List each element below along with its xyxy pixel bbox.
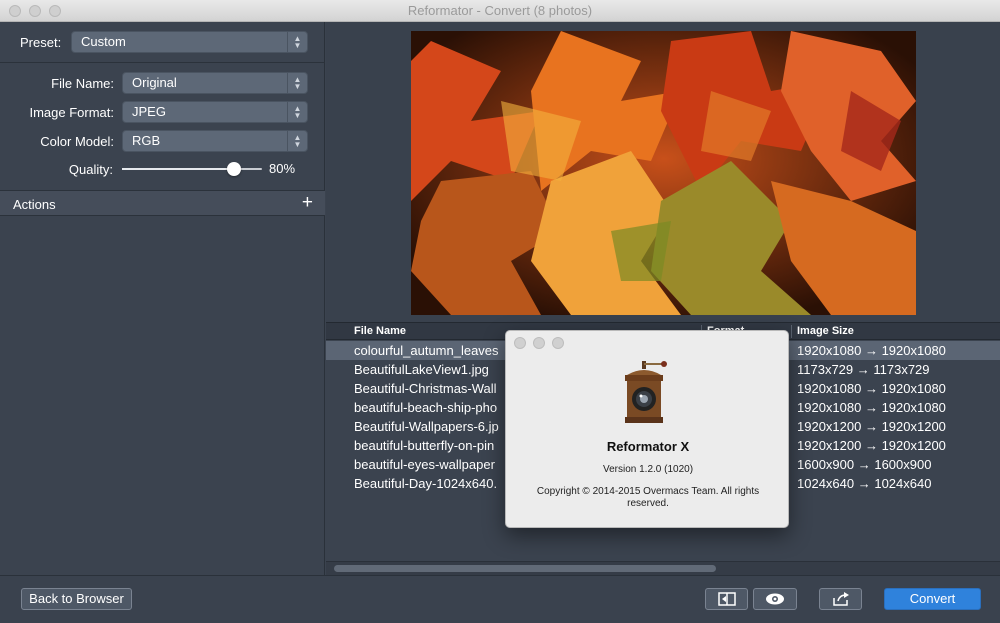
file-name-row: File Name: Original ▲ ▼ — [0, 72, 325, 96]
horizontal-scrollbar[interactable] — [326, 561, 1000, 575]
zoom-window-button[interactable] — [49, 5, 61, 17]
quality-label: Quality: — [68, 162, 113, 177]
app-window: Reformator - Convert (8 photos) Preset: … — [0, 0, 1000, 623]
eye-icon — [766, 593, 784, 605]
about-version: Version 1.2.0 (1020) — [602, 464, 694, 475]
image-format-label: Image Format: — [29, 105, 114, 120]
scrollbar-thumb[interactable] — [334, 565, 716, 572]
actions-label: Actions — [13, 197, 56, 212]
actions-header: Actions + — [0, 190, 325, 216]
autumn-leaves-image — [411, 31, 916, 315]
about-app-name: Reformator X — [606, 439, 690, 454]
col-file-name[interactable]: File Name — [354, 325, 406, 337]
image-size-cell: 1173x729 → 1173x729 — [797, 362, 930, 377]
about-dialog: Reformator X Version 1.2.0 (1020) Copyri… — [505, 330, 789, 528]
compare-button[interactable] — [705, 588, 748, 610]
image-size-cell: 1024x640 → 1024x640 — [797, 476, 932, 491]
image-preview — [411, 31, 916, 315]
col-image-size[interactable]: Image Size — [797, 325, 854, 337]
quality-slider-knob[interactable] — [227, 162, 241, 176]
select-stepper-icon: ▲ ▼ — [287, 73, 307, 93]
app-logo-icon — [625, 361, 667, 423]
preset-select[interactable]: Custom ▲ ▼ — [71, 31, 308, 53]
about-zoom-button — [552, 337, 564, 349]
preset-row: Preset: Custom ▲ ▼ — [0, 31, 325, 55]
settings-panel: Preset: Custom ▲ ▼ File Name: Original ▲ ▼… — [0, 22, 325, 575]
about-copyright: Copyright © 2014-2015 Overmacs Team. All… — [536, 486, 760, 509]
column-divider — [791, 325, 792, 338]
file-name-select[interactable]: Original ▲ ▼ — [122, 72, 308, 94]
image-format-value: JPEG — [132, 104, 166, 119]
back-to-browser-button[interactable]: Back to Browser — [21, 588, 132, 610]
image-size-cell: 1920x1080 → 1920x1080 — [797, 381, 946, 396]
image-size-cell: 1600x900 → 1600x900 — [797, 457, 932, 472]
select-stepper-icon: ▲ ▼ — [287, 102, 307, 122]
file-name-label: File Name: — [51, 76, 114, 91]
window-title: Reformator - Convert (8 photos) — [407, 3, 593, 18]
quality-value: 80% — [269, 161, 296, 176]
color-model-label: Color Model: — [40, 134, 114, 149]
minimize-window-button[interactable] — [29, 5, 41, 17]
add-action-icon[interactable]: + — [302, 193, 313, 213]
quality-slider[interactable] — [122, 162, 262, 176]
preset-label: Preset: — [20, 35, 62, 50]
about-close-button[interactable] — [514, 337, 526, 349]
about-minimize-button — [533, 337, 545, 349]
color-model-select[interactable]: RGB ▲ ▼ — [122, 130, 308, 152]
image-size-cell: 1920x1080 → 1920x1080 — [797, 400, 946, 415]
color-model-value: RGB — [132, 133, 161, 148]
image-size-cell: 1920x1200 → 1920x1200 — [797, 419, 946, 434]
quality-slider-fill — [122, 168, 234, 170]
share-icon — [832, 592, 849, 606]
image-format-select[interactable]: JPEG ▲ ▼ — [122, 101, 308, 123]
image-size-cell: 1920x1080 → 1920x1080 — [797, 343, 946, 358]
share-button[interactable] — [819, 588, 862, 610]
convert-button[interactable]: Convert — [884, 588, 981, 610]
select-stepper-icon: ▲ ▼ — [287, 32, 307, 52]
select-stepper-icon: ▲ ▼ — [287, 131, 307, 151]
color-model-row: Color Model: RGB ▲ ▼ — [0, 130, 325, 154]
title-bar: Reformator - Convert (8 photos) — [0, 0, 1000, 22]
file-name-value: Original — [132, 75, 177, 90]
image-size-cell: 1920x1200 → 1920x1200 — [797, 438, 946, 453]
image-format-row: Image Format: JPEG ▲ ▼ — [0, 101, 325, 125]
bottom-toolbar: Back to Browser Convert — [0, 575, 1000, 623]
compare-icon — [717, 592, 736, 606]
close-window-button[interactable] — [9, 5, 21, 17]
preset-value: Custom — [81, 34, 126, 49]
preview-button[interactable] — [753, 588, 797, 610]
divider — [0, 62, 325, 63]
